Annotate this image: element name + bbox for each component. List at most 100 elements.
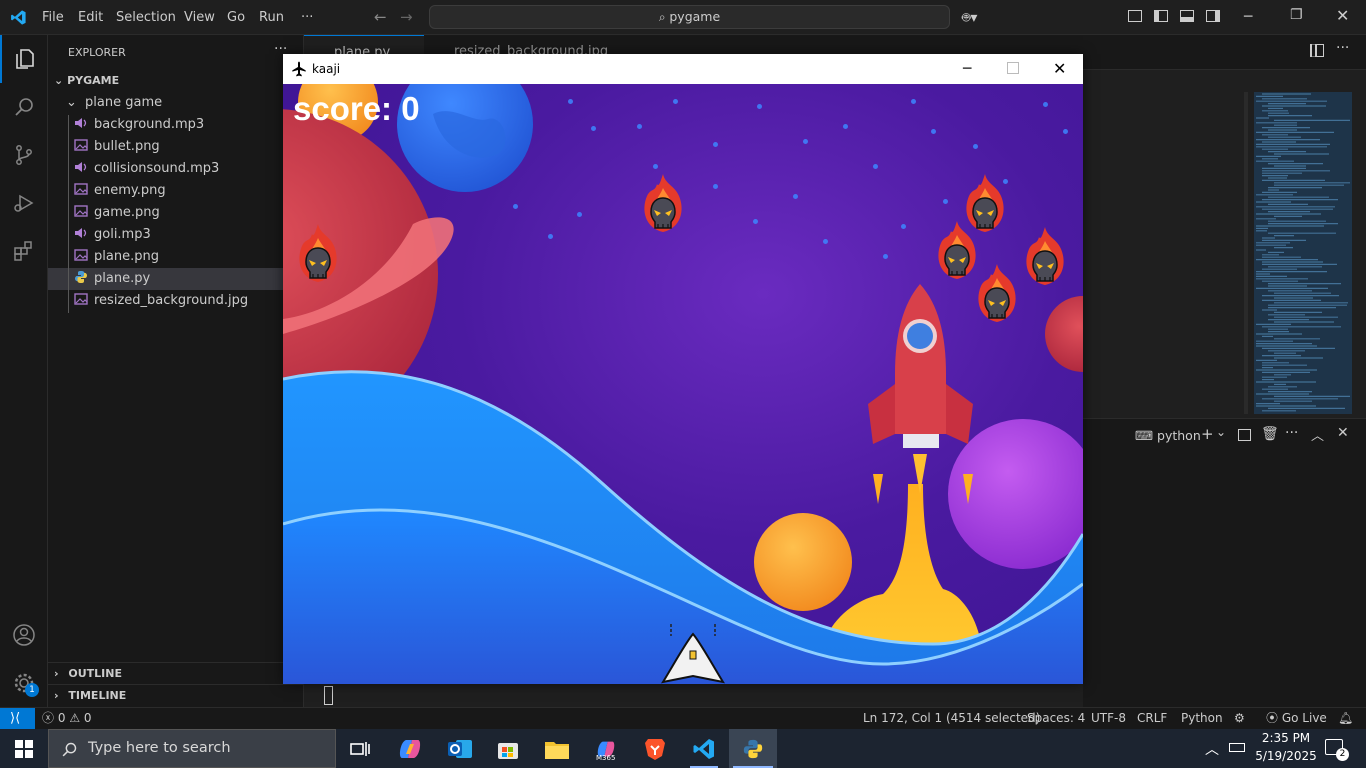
game-window[interactable]: kaaji ─ ✕ score: 0 (283, 54, 1083, 684)
error-count: 0 (57, 711, 66, 725)
indentation[interactable]: Spaces: 4 (1027, 708, 1085, 729)
extensions-activity[interactable] (0, 227, 48, 275)
taskbar-search-box[interactable]: Type here to search (48, 729, 336, 768)
layout-toggle-icon[interactable] (1128, 10, 1142, 22)
restore-icon[interactable]: ❐ (1290, 7, 1303, 23)
notification-count-badge: 2 (1336, 748, 1349, 761)
game-canvas[interactable]: score: 0 (283, 84, 1083, 684)
close-panel-icon[interactable]: ✕ (1337, 425, 1349, 441)
run-debug-activity[interactable] (0, 179, 48, 227)
problems-indicator[interactable]: ⓧ 0 ⚠ 0 (42, 708, 92, 729)
split-editor-icon[interactable] (1310, 44, 1324, 57)
split-terminal-icon[interactable] (1238, 429, 1251, 441)
file-item[interactable]: enemy.png (48, 180, 304, 202)
file-item[interactable]: game.png (48, 202, 304, 224)
status-bar: ⟩⟨ ⓧ 0 ⚠ 0 Ln 172, Col 1 (4514 selected)… (0, 707, 1366, 729)
file-item[interactable]: bullet.png (48, 136, 304, 158)
cursor-position[interactable]: Ln 172, Col 1 (4514 selected) (863, 708, 1040, 729)
extensions-icon (14, 241, 32, 261)
toggle-panel-icon[interactable] (1180, 10, 1194, 22)
store-taskbar-button[interactable] (488, 733, 528, 765)
timeline-section[interactable]: › TIMELINE (48, 684, 304, 706)
files-icon (16, 49, 34, 69)
settings-update-badge: 1 (25, 683, 39, 697)
accounts-activity[interactable] (0, 611, 48, 659)
chevron-up-icon[interactable]: ︿ (1205, 739, 1219, 759)
language-mode[interactable]: Python (1181, 708, 1223, 729)
new-terminal-icon[interactable]: + (1201, 425, 1214, 443)
battery-icon[interactable] (1229, 743, 1245, 752)
go-live-button[interactable]: ⦿ Go Live (1266, 708, 1327, 729)
image-file-icon (74, 182, 88, 196)
menu-file[interactable]: File (42, 0, 64, 35)
file-item[interactable]: goli.mp3 (48, 224, 304, 246)
trash-icon[interactable]: 🗑︎ (1261, 426, 1279, 442)
chevron-down-icon[interactable]: ⌄ (1216, 425, 1226, 439)
vscode-taskbar-button[interactable] (684, 733, 724, 768)
bell-icon[interactable]: 🔔︎ (1338, 708, 1353, 729)
editor-scrollbar[interactable] (1244, 92, 1248, 414)
outlook-taskbar-button[interactable] (440, 733, 480, 765)
game-maximize-icon[interactable] (1007, 62, 1019, 74)
game-titlebar[interactable]: kaaji ─ ✕ (283, 54, 1083, 84)
file-explorer-taskbar-button[interactable] (537, 733, 577, 765)
game-minimize-icon[interactable]: ─ (963, 54, 971, 84)
folder-plane-game[interactable]: ⌄ plane game (48, 92, 304, 114)
workspace-folder[interactable]: ⌄ PYGAME (48, 70, 304, 92)
back-arrow-icon[interactable]: ← (374, 8, 387, 26)
tree-indent-guide (68, 115, 69, 313)
menu-more[interactable]: ··· (301, 0, 313, 35)
close-icon[interactable]: ✕ (1336, 6, 1349, 25)
panel-more-icon[interactable]: ··· (1285, 425, 1298, 441)
maximize-panel-icon[interactable]: ︿ (1311, 425, 1324, 444)
file-name: goli.mp3 (94, 227, 151, 242)
enemy-flaming-skull (296, 224, 340, 290)
clock-date[interactable]: 5/19/2025 (1252, 749, 1320, 763)
brave-lion-icon (645, 739, 665, 760)
search-icon: ⌕ (658, 10, 670, 24)
terminal-tab[interactable]: ⌨ python (1135, 428, 1201, 443)
explorer-activity[interactable] (0, 35, 48, 83)
outlook-icon (448, 740, 472, 758)
file-item[interactable]: plane.png (48, 246, 304, 268)
clock-time[interactable]: 2:35 PM (1256, 731, 1316, 745)
menu-edit[interactable]: Edit (78, 0, 103, 35)
m365-taskbar-button[interactable]: M365 (586, 733, 626, 765)
windows-start-icon[interactable] (15, 740, 33, 758)
copilot-status-icon[interactable]: ⚙ (1234, 708, 1245, 729)
file-item[interactable]: background.mp3 (48, 114, 304, 136)
folder-icon (545, 742, 569, 759)
minimize-icon[interactable]: ─ (1244, 9, 1252, 25)
menu-run[interactable]: Run (259, 0, 284, 35)
chevron-down-icon: ⌄ (54, 74, 64, 87)
copilot-icon[interactable]: 🤖︎▾ (962, 8, 977, 28)
task-view-button[interactable] (340, 733, 380, 765)
menu-view[interactable]: View (184, 0, 215, 35)
manage-activity[interactable]: 1 (0, 659, 48, 707)
warning-icon: ⚠ (69, 711, 81, 725)
game-close-icon[interactable]: ✕ (1053, 54, 1066, 84)
file-item[interactable]: plane.py (48, 268, 304, 290)
minimap[interactable] (1254, 92, 1352, 414)
file-item[interactable]: resized_background.jpg (48, 290, 304, 312)
toggle-secondary-sidebar-icon[interactable] (1206, 10, 1220, 22)
menu-selection[interactable]: Selection (116, 0, 176, 35)
forward-arrow-icon[interactable]: → (400, 8, 413, 26)
file-item[interactable]: collisionsound.mp3 (48, 158, 304, 180)
copilot-taskbar-button[interactable] (390, 733, 430, 765)
editor-more-icon[interactable]: ··· (1336, 40, 1349, 56)
toggle-sidebar-icon[interactable] (1154, 10, 1168, 22)
task-view-icon (350, 742, 370, 756)
line-endings[interactable]: CRLF (1137, 708, 1167, 729)
audio-file-icon (74, 226, 88, 240)
brave-taskbar-button[interactable] (635, 733, 675, 765)
command-center-search[interactable]: ⌕ pygame (429, 5, 950, 29)
outline-section[interactable]: › OUTLINE (48, 662, 304, 684)
menu-go[interactable]: Go (227, 0, 245, 35)
encoding[interactable]: UTF-8 (1091, 708, 1126, 729)
source-control-activity[interactable] (0, 131, 48, 179)
python-taskbar-button[interactable] (729, 729, 777, 768)
terminal-cursor (324, 686, 333, 705)
remote-indicator[interactable]: ⟩⟨ (0, 708, 35, 729)
search-activity[interactable] (0, 83, 48, 131)
